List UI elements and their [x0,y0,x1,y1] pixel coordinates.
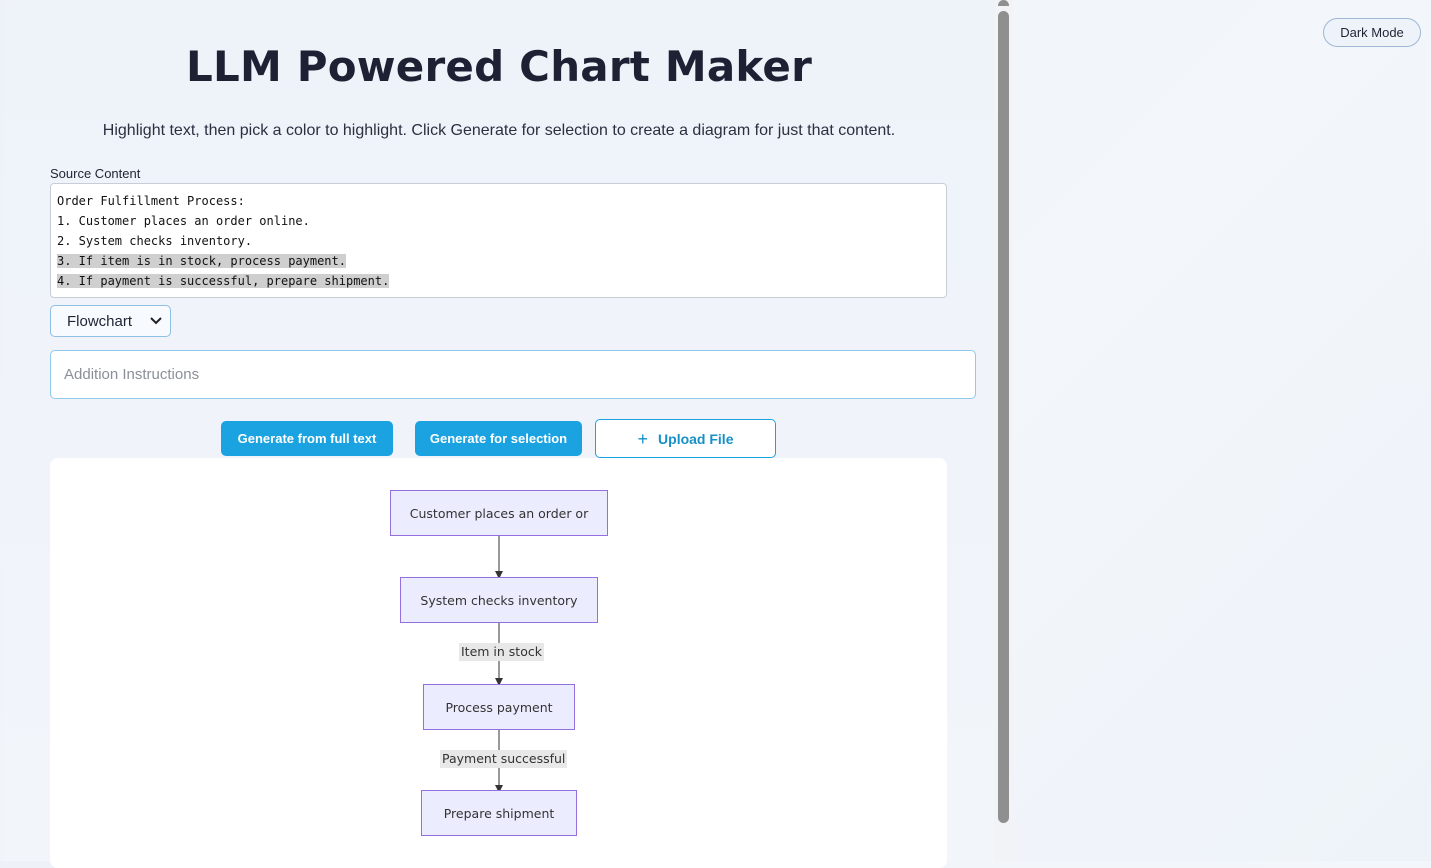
chart-type-select[interactable]: Flowchart [50,305,171,337]
source-line-highlighted: 4. If payment is successful, prepare shi… [57,274,390,288]
source-content-textarea[interactable]: Order Fulfillment Process: 1. Customer p… [50,183,947,298]
source-line-highlighted: 3. If item is in stock, process payment. [57,254,346,268]
edge-label: Payment successful [440,750,568,768]
chevron-down-icon [150,314,162,328]
flow-node[interactable]: Customer places an order or [390,490,608,536]
upload-file-label: Upload File [658,430,734,447]
chart-type-value: Flowchart [67,312,133,330]
generate-full-text-button[interactable]: Generate from full text [221,421,393,456]
generate-selection-button[interactable]: Generate for selection [415,421,582,456]
diagram-panel: Customer places an order or System check… [50,458,947,868]
additional-instructions-input[interactable] [50,350,976,399]
flow-node[interactable]: System checks inventory [400,577,598,623]
source-line: Order Fulfillment Process: [57,194,245,208]
source-line: 2. System checks inventory. [57,234,253,248]
scroll-up-arrow[interactable] [998,0,1009,6]
page-subtitle: Highlight text, then pick a color to hig… [102,122,896,139]
source-content-label: Source Content [50,166,141,181]
source-line: 1. Customer places an order online. [57,214,310,228]
upload-file-button[interactable]: + Upload File [595,419,776,458]
flow-node[interactable]: Prepare shipment [421,790,577,836]
flow-node[interactable]: Process payment [423,684,575,730]
page-title: LLM Powered Chart Maker [186,42,812,91]
plus-icon: + [637,428,649,449]
edge-label: Item in stock [459,643,544,661]
dark-mode-toggle[interactable]: Dark Mode [1323,18,1421,47]
scrollbar-thumb[interactable] [998,11,1009,823]
